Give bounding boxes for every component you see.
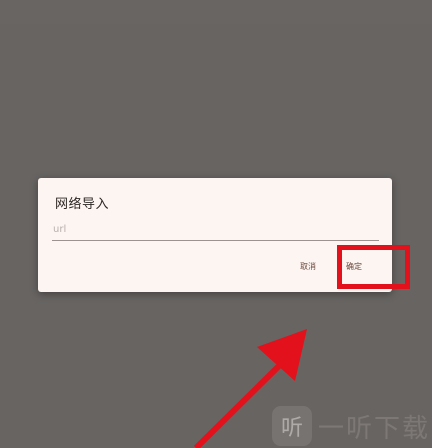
watermark-text: 一听下载 [318,413,431,444]
dialog-title: 网络导入 [55,197,110,212]
cancel-button[interactable]: 取消 [296,259,320,274]
watermark-logo: 听 [272,406,312,446]
watermark: 听 一听下载 [272,404,430,448]
network-import-dialog: 网络导入 取消 确定 [38,178,392,292]
url-input[interactable] [52,220,379,241]
status-bar [0,0,432,24]
confirm-button[interactable]: 确定 [342,259,366,274]
